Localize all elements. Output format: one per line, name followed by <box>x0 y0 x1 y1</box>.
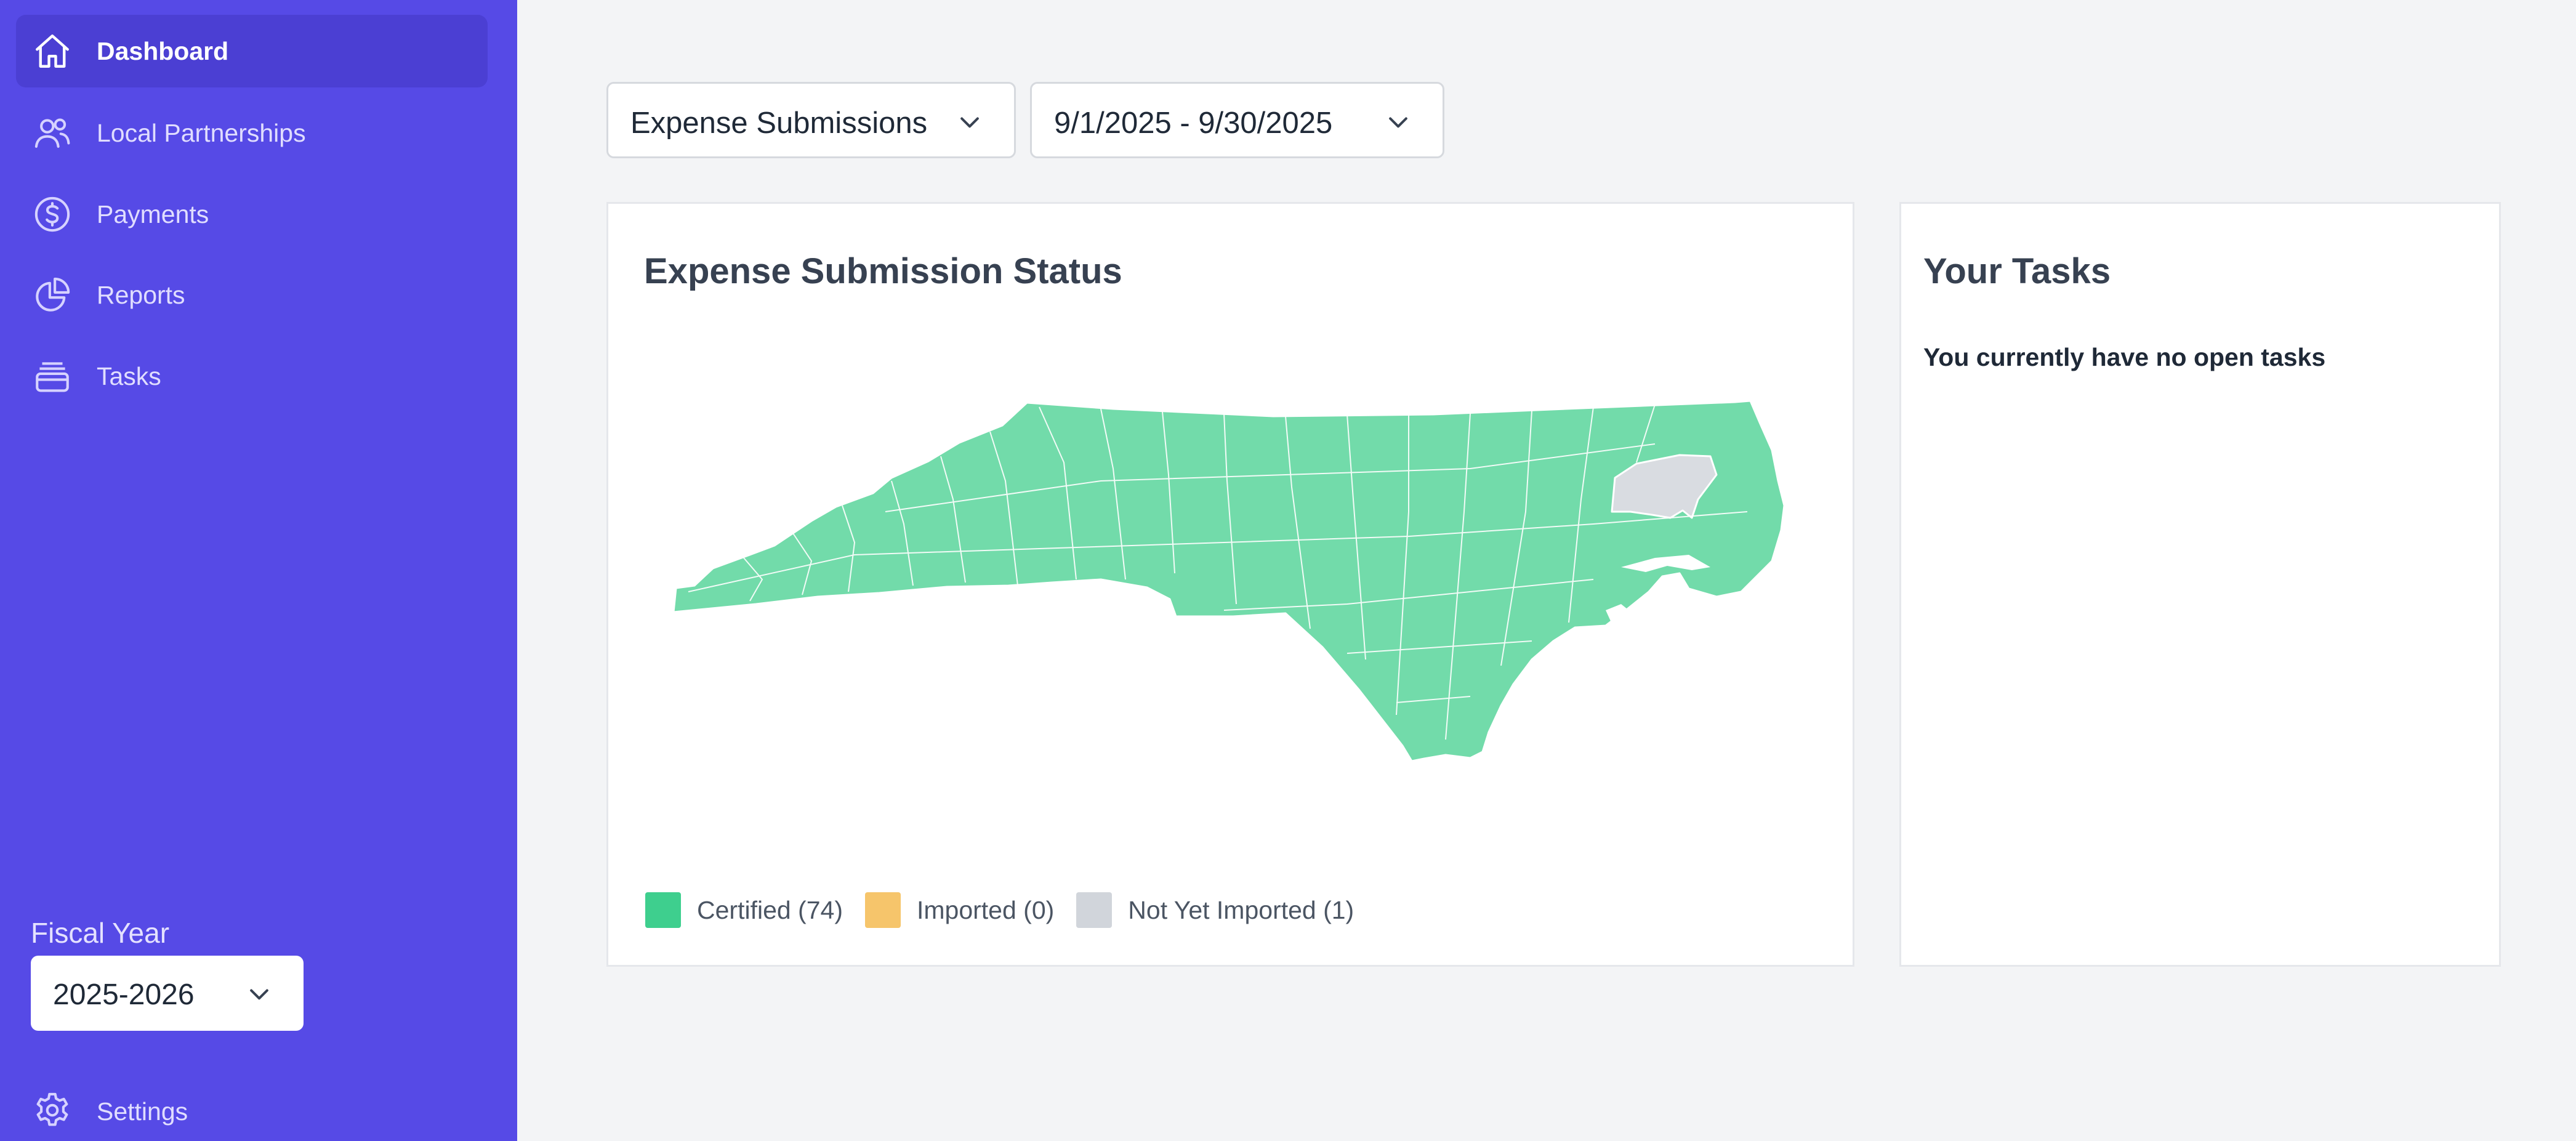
chevron-down-icon <box>1385 108 1412 135</box>
users-icon <box>32 113 73 153</box>
submission-type-select[interactable]: Expense Submissions <box>606 82 1016 158</box>
fiscal-year-value: 2025-2026 <box>53 978 195 1011</box>
gear-icon <box>32 1090 73 1131</box>
sidebar-item-label: Local Partnerships <box>97 118 306 147</box>
dollar-circle-icon <box>32 194 73 235</box>
legend-item-certified: Certified (74) <box>645 892 843 928</box>
chevron-down-icon <box>246 980 273 1007</box>
tasks-title: Your Tasks <box>1923 251 2111 291</box>
sidebar-item-dashboard[interactable]: Dashboard <box>16 15 488 87</box>
sidebar-item-label: Tasks <box>97 361 161 390</box>
tasks-card: Your Tasks You currently have no open ta… <box>1899 202 2501 967</box>
expense-status-title: Expense Submission Status <box>644 251 1122 291</box>
legend-label: Imported (0) <box>916 895 1055 924</box>
stack-icon <box>32 356 73 397</box>
sidebar-item-payments[interactable]: Payments <box>16 178 488 251</box>
legend-swatch <box>864 892 901 928</box>
pie-chart-icon <box>32 275 73 315</box>
fiscal-year-select[interactable]: 2025-2026 <box>31 956 304 1031</box>
certified-counties-region <box>672 400 1785 762</box>
expense-status-card: Expense Submission Status Certified (74)… <box>606 202 1854 967</box>
legend-label: Certified (74) <box>697 895 843 924</box>
sidebar: Dashboard Local Partnerships Payments Re… <box>0 0 517 1141</box>
sidebar-item-label: Reports <box>97 280 185 309</box>
sidebar-item-tasks[interactable]: Tasks <box>16 340 488 413</box>
home-icon <box>32 31 73 71</box>
sidebar-item-settings[interactable]: Settings <box>16 1079 262 1140</box>
legend-swatch <box>1076 892 1113 928</box>
sidebar-item-label: Dashboard <box>97 36 229 65</box>
submission-type-value: Expense Submissions <box>630 107 928 140</box>
sidebar-item-label: Payments <box>97 200 209 228</box>
legend-label: Not Yet Imported (1) <box>1128 895 1354 924</box>
fiscal-year-label: Fiscal Year <box>31 917 170 949</box>
chevron-down-icon <box>956 108 983 135</box>
date-range-value: 9/1/2025 - 9/30/2025 <box>1054 107 1333 140</box>
legend-item-imported: Imported (0) <box>864 892 1055 928</box>
legend-item-not-yet-imported: Not Yet Imported (1) <box>1076 892 1354 928</box>
map-legend: Certified (74) Imported (0) Not Yet Impo… <box>645 892 1376 928</box>
sidebar-item-reports[interactable]: Reports <box>16 259 488 331</box>
tasks-empty-message: You currently have no open tasks <box>1923 343 2326 371</box>
legend-swatch <box>645 892 681 928</box>
sidebar-item-local-partnerships[interactable]: Local Partnerships <box>16 97 488 169</box>
settings-label: Settings <box>97 1097 188 1126</box>
date-range-select[interactable]: 9/1/2025 - 9/30/2025 <box>1030 82 1444 158</box>
